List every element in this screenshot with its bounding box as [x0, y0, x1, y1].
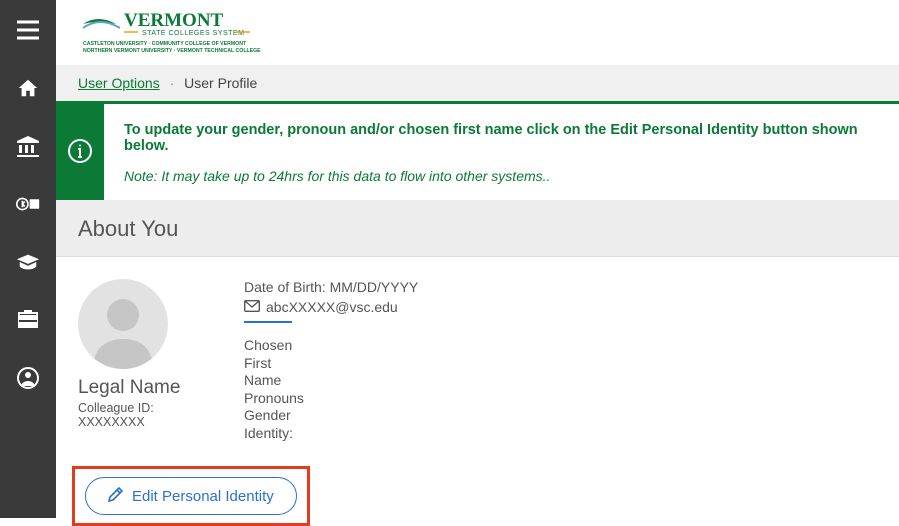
- breadcrumb: User Options · User Profile: [56, 65, 899, 104]
- email-value: abcXXXXX@vsc.edu: [266, 299, 398, 315]
- section-about-you: About You: [56, 200, 899, 257]
- divider: [244, 321, 292, 323]
- profile-area: Legal Name Colleague ID: XXXXXXXX Date o…: [56, 257, 899, 452]
- home-icon[interactable]: [16, 76, 40, 100]
- info-banner: To update your gender, pronoun and/or ch…: [56, 104, 899, 200]
- edit-button-highlight: Edit Personal Identity: [72, 466, 310, 526]
- svg-text:$: $: [32, 200, 37, 209]
- institution-icon[interactable]: [16, 134, 40, 158]
- info-icon: [67, 138, 93, 167]
- svg-text:NORTHERN VERMONT UNIVERSITY ·: NORTHERN VERMONT UNIVERSITY · VERMONT TE…: [83, 48, 261, 54]
- breadcrumb-separator: ·: [170, 75, 175, 91]
- main-content: VERMONT STATE COLLEGES SYSTEM CASTLETON …: [56, 0, 899, 518]
- dob-line: Date of Birth: MM/DD/YYYY: [244, 279, 418, 295]
- info-banner-title: To update your gender, pronoun and/or ch…: [124, 122, 879, 154]
- edit-button-label: Edit Personal Identity: [132, 488, 274, 505]
- user-icon[interactable]: [16, 366, 40, 390]
- identity-labels: Chosen First Name Pronouns Gender Identi…: [244, 337, 418, 442]
- svg-text:STATE COLLEGES SYSTEM: STATE COLLEGES SYSTEM: [142, 30, 244, 37]
- brand-logo: VERMONT STATE COLLEGES SYSTEM CASTLETON …: [78, 6, 278, 59]
- breadcrumb-parent-link[interactable]: User Options: [78, 75, 160, 91]
- legal-name: Legal Name: [78, 377, 218, 399]
- academics-icon[interactable]: [16, 250, 40, 274]
- briefcase-icon[interactable]: [16, 308, 40, 332]
- pencil-icon: [108, 486, 124, 506]
- menu-icon[interactable]: [16, 18, 40, 42]
- avatar: [78, 279, 168, 369]
- finance-icon[interactable]: $: [16, 192, 40, 216]
- info-banner-accent: [56, 104, 104, 200]
- svg-text:VERMONT: VERMONT: [124, 10, 224, 31]
- logo-area: VERMONT STATE COLLEGES SYSTEM CASTLETON …: [56, 0, 899, 65]
- svg-text:CASTLETON UNIVERSITY · COMMUNI: CASTLETON UNIVERSITY · COMMUNITY COLLEGE…: [83, 41, 247, 47]
- info-banner-note: Note: It may take up to 24hrs for this d…: [124, 168, 879, 184]
- email-icon: [244, 299, 260, 315]
- edit-personal-identity-button[interactable]: Edit Personal Identity: [85, 477, 297, 515]
- sidebar: $: [0, 0, 56, 518]
- colleague-id: Colleague ID: XXXXXXXX: [78, 401, 218, 429]
- email-line: abcXXXXX@vsc.edu: [244, 299, 418, 315]
- breadcrumb-current: User Profile: [184, 75, 257, 91]
